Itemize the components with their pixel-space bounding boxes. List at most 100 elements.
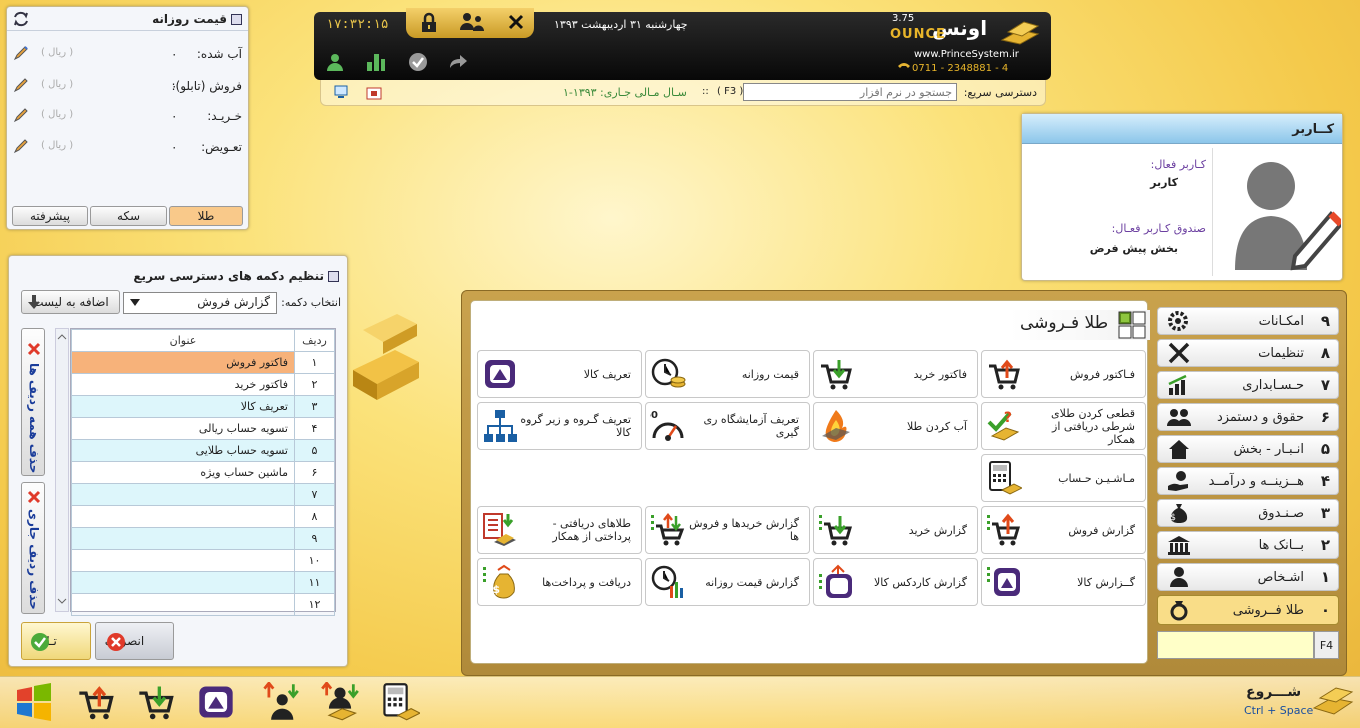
table-row[interactable]: ۱۰ xyxy=(71,549,335,572)
home-icon xyxy=(1169,440,1189,459)
taskbar-calculator-icon[interactable] xyxy=(380,682,420,722)
tab-gold[interactable]: طلا xyxy=(169,206,243,226)
cancel-button[interactable]: انصراف xyxy=(95,622,174,660)
tile-lab-def[interactable]: 750 تعریف آزمایشگاه ری گیری xyxy=(645,402,810,450)
tile-daily-price[interactable]: قیمت روزانه xyxy=(645,350,810,398)
menu-item-expense-income[interactable]: ۴ هــزینــه و درآمــد xyxy=(1157,467,1339,495)
price-value: ۰ xyxy=(171,140,178,154)
menu-item-cash[interactable]: ۳ صـنـدوق $ xyxy=(1157,499,1339,527)
taskbar-gold-settlement-icon[interactable] xyxy=(320,682,360,722)
active-user: کاربر xyxy=(1150,176,1178,189)
taskbar-sell-invoice-icon[interactable] xyxy=(76,682,116,722)
price-label: فروش (تابلو): xyxy=(171,79,242,93)
menu-item-warehouse[interactable]: ۵ انـبـار - بخش xyxy=(1157,435,1339,463)
tile-sell-invoice[interactable]: فـاکتور فروش xyxy=(981,350,1146,398)
report-jewelry-arrows-icon xyxy=(819,564,852,598)
table-row[interactable]: ۶ ماشین حساب ویژه xyxy=(71,461,335,484)
check-circle-icon[interactable] xyxy=(408,52,428,72)
button-select[interactable]: گزارش فروش xyxy=(123,292,277,314)
price-label: خـریـد: xyxy=(207,109,242,123)
tile-buysell-report[interactable]: گزارش خریدها و فروش ها xyxy=(645,506,810,554)
menu-item-gold-sales[interactable]: ۰ طلا فــروشی xyxy=(1157,595,1339,625)
tile-melt[interactable]: آب کردن طلا xyxy=(813,402,978,450)
tile-price-report[interactable]: گزارش قیمت روزانه xyxy=(645,558,810,606)
collapse-checkbox[interactable] xyxy=(231,14,242,25)
tile-calculator[interactable]: مـاشـیـن حـساب xyxy=(981,454,1146,502)
tile-gold-recv-pay[interactable]: طلاهای دریافتی - پرداختی از همکار xyxy=(477,506,642,554)
table-scrollbar[interactable] xyxy=(55,328,69,612)
svg-text:$: $ xyxy=(492,583,500,596)
gold-sales-title: طلا فـروشی xyxy=(1020,313,1109,333)
start-button[interactable]: شـــروع Ctrl + Space xyxy=(1240,680,1356,724)
table-row[interactable]: ۴ تسویه حساب ریالی xyxy=(71,417,335,440)
switch-user-icon[interactable] xyxy=(458,10,486,34)
header-bar: ۱۷:۳۲:۱۵ چهارشنبه ۳۱ اردیبهشت ۱۳۹۳ 3.75 … xyxy=(314,8,1051,80)
user-icon[interactable] xyxy=(326,52,344,72)
ring-icon xyxy=(1170,601,1188,621)
search-input[interactable] xyxy=(743,83,957,101)
table-row[interactable]: ۸ xyxy=(71,505,335,528)
add-to-list-label: اضافه به لیست xyxy=(32,295,109,309)
edit-pencil-icon[interactable] xyxy=(13,45,29,61)
tile-sell-report[interactable]: گزارش فروش xyxy=(981,506,1146,554)
taskbar-buy-invoice-icon[interactable] xyxy=(136,682,176,722)
tab-advanced[interactable]: پیشرفته xyxy=(12,206,88,226)
tile-item-def[interactable]: تعریف کالا xyxy=(477,350,642,398)
menu-item-settings[interactable]: ۸ تنظیمات xyxy=(1157,339,1339,367)
table-row[interactable]: ۹ xyxy=(71,527,335,550)
taskbar-item-def-icon[interactable] xyxy=(196,682,236,722)
table-row[interactable]: ۵ تسویه حساب طلایی xyxy=(71,439,335,462)
add-to-list-button[interactable]: اضافه به لیست xyxy=(21,290,120,314)
table-row[interactable]: ۱ فاکتور فروش xyxy=(71,351,335,374)
phone-icon xyxy=(897,62,911,74)
lock-icon[interactable] xyxy=(418,12,440,34)
forward-arrow-icon[interactable] xyxy=(448,52,468,72)
menu-item-accounting[interactable]: ۷ حـسـابداری xyxy=(1157,371,1339,399)
tile-recv-pay[interactable]: $ دریافت و پرداخت‌ها xyxy=(477,558,642,606)
edit-pencil-icon[interactable] xyxy=(13,138,29,154)
website[interactable]: www.PrinceSystem.ir xyxy=(914,49,1019,60)
table-row[interactable]: ۱۱ xyxy=(71,571,335,594)
table-row[interactable]: ۱۲ xyxy=(71,593,335,616)
menu-search-input[interactable] xyxy=(1157,631,1314,659)
start-hint: Ctrl + Space xyxy=(1244,704,1314,717)
tile-buy-invoice[interactable]: فاکتور خرید xyxy=(813,350,978,398)
menu-label: انـبـار - بخش xyxy=(1233,441,1304,457)
menu-item-persons[interactable]: ۱ اشـخاص xyxy=(1157,563,1339,591)
collapse-checkbox[interactable] xyxy=(328,271,339,282)
edit-pencil-icon[interactable] xyxy=(13,77,29,93)
chart-icon[interactable] xyxy=(366,50,386,72)
close-icon[interactable] xyxy=(506,12,526,32)
tile-label: تعریف کالا xyxy=(583,367,631,381)
folder-icon[interactable] xyxy=(366,85,382,100)
edit-pencil-icon[interactable] xyxy=(13,107,29,123)
confirm-button[interactable]: تـایید xyxy=(21,622,91,660)
menu-label: بــانک ها xyxy=(1258,537,1304,553)
delete-all-rows-button[interactable]: حذف همه ردیف ها xyxy=(21,328,45,476)
report-money-bag-icon: $ xyxy=(483,564,515,599)
menu-item-payroll[interactable]: ۶ حقوق و دستمزد xyxy=(1157,403,1339,431)
tile-label: گــزارش کالا xyxy=(1077,575,1135,589)
menu-item-features[interactable]: ۹ امکـانات xyxy=(1157,307,1339,335)
arrow-down-icon xyxy=(28,295,40,309)
table-row[interactable]: ۳ تعریف کالا xyxy=(71,395,335,418)
tab-coin[interactable]: سکه xyxy=(90,206,167,226)
monitor-icon[interactable] xyxy=(333,85,349,100)
taskbar-rial-settlement-icon[interactable] xyxy=(260,682,300,722)
tile-group-def[interactable]: تعریف گـروه و زیر گروه کالا xyxy=(477,402,642,450)
table-row[interactable]: ۷ xyxy=(71,483,335,506)
delete-x-icon xyxy=(26,489,42,505)
tile-item-report[interactable]: گــزارش کالا xyxy=(981,558,1146,606)
tile-cardex-report[interactable]: گزارش کاردکس کالا xyxy=(813,558,978,606)
tile-finalize[interactable]: ? قطعی کردن طلای شرطی دریافتی از همکار xyxy=(981,402,1146,450)
menu-label: صـنـدوق xyxy=(1258,505,1304,521)
menu-label: حـسـابداری xyxy=(1242,377,1304,393)
refresh-icon[interactable] xyxy=(13,11,29,27)
windows-icon[interactable] xyxy=(14,682,54,722)
report-stopwatch-chart-icon xyxy=(651,565,683,598)
table-row[interactable]: ۲ فاکتور خرید xyxy=(71,373,335,396)
menu-item-banks[interactable]: ۲ بــانک ها xyxy=(1157,531,1339,559)
tile-buy-report[interactable]: گزارش خرید xyxy=(813,506,978,554)
delete-current-row-button[interactable]: حذف ردیف جاری xyxy=(21,482,45,614)
svg-text:?: ? xyxy=(1004,410,1012,426)
